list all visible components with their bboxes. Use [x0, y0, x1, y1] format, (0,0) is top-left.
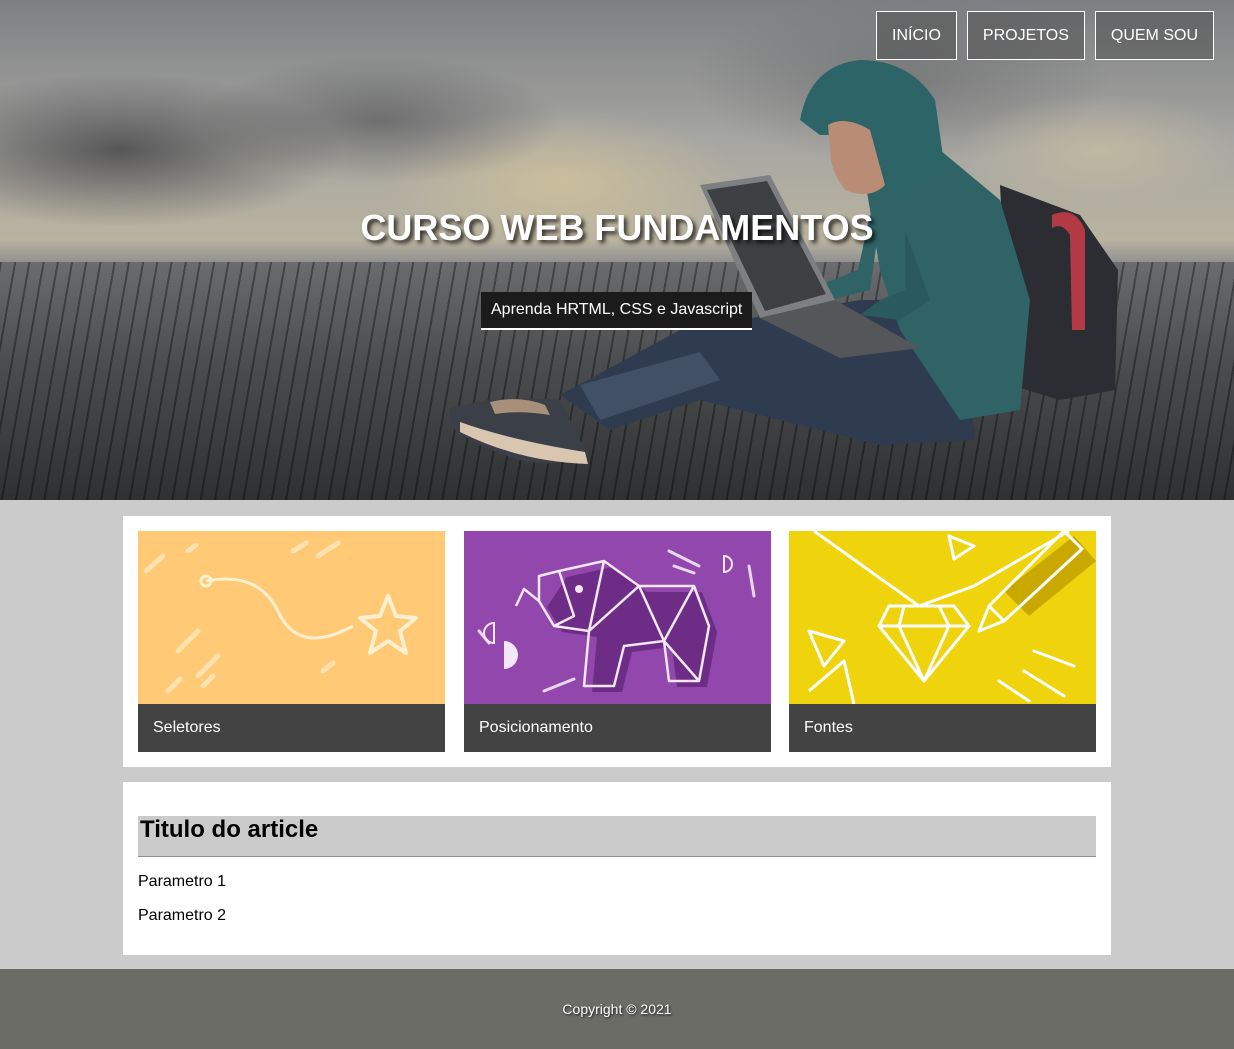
origami-elephant-icon — [464, 531, 771, 704]
article: Titulo do article Parametro 1 Parametro … — [123, 782, 1111, 955]
hero-subtitle: Aprenda HRTML, CSS e Javascript — [481, 292, 753, 330]
card-posicionamento[interactable]: Posicionamento — [464, 531, 771, 752]
student-with-laptop-image — [450, 60, 1118, 464]
nav-quem-sou-button[interactable]: QUEM SOU — [1094, 11, 1214, 60]
copyright-text: Copyright © 2021 — [562, 1001, 672, 1017]
card-label: Fontes — [789, 704, 1096, 752]
card-fontes[interactable]: Fontes — [789, 531, 1096, 752]
topic-cards: Seletores Posicionamento Fontes — [123, 516, 1111, 767]
article-param: Parametro 1 — [138, 873, 227, 890]
card-seletores[interactable]: Seletores — [138, 531, 445, 752]
nav-inicio-button[interactable]: INÍCIO — [876, 11, 957, 60]
footer: Copyright © 2021 — [0, 969, 1234, 1049]
nav-projetos-button[interactable]: PROJETOS — [966, 11, 1085, 60]
card-label: Seletores — [138, 704, 445, 752]
card-label: Posicionamento — [464, 704, 771, 752]
diamond-pencil-icon — [789, 531, 1096, 704]
star-path-icon — [138, 531, 445, 704]
article-title: Titulo do article — [138, 816, 1096, 857]
main-nav: INÍCIO PROJETOS QUEM SOU — [876, 11, 1214, 60]
article-param: Parametro 2 — [138, 907, 227, 924]
hero-banner: INÍCIO PROJETOS QUEM SOU CURSO WEB FUNDA… — [0, 0, 1234, 500]
hero-title: CURSO WEB FUNDAMENTOS — [360, 207, 874, 248]
